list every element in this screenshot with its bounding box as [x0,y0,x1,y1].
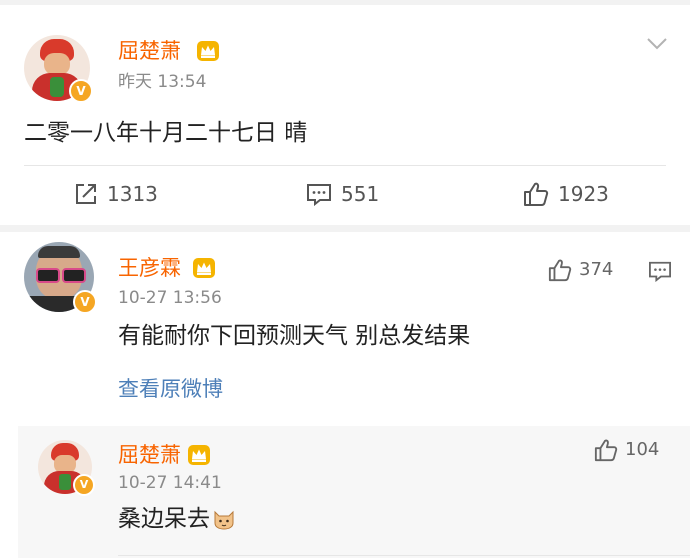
chevron-down-icon[interactable] [646,37,668,51]
reply-like-count: 104 [625,439,660,460]
reply-text: 桑边呆去 [118,506,210,532]
cat-emoji-icon [214,510,234,530]
repost-button[interactable]: 1313 [74,181,158,207]
action-divider [24,165,666,166]
comment-button[interactable]: 551 [306,181,379,207]
author-name[interactable]: 屈楚萧 [118,38,181,64]
repost-count: 1313 [107,182,158,206]
reply-author-avatar[interactable]: V [38,440,95,496]
reply-block: V 屈楚萧 10-27 14:41 104 桑边呆去 [18,426,690,558]
view-original-link[interactable]: 查看原微博 [118,375,223,403]
reply-content: 桑边呆去 [118,504,236,534]
reply-time: 10-27 14:41 [118,473,222,493]
thumbs-up-icon [524,182,549,206]
reply-comment-icon[interactable] [648,260,672,282]
post-text: 二零一八年十月二十七日 晴 [24,120,308,146]
reply-author-name[interactable]: 屈楚萧 [118,442,181,468]
repost-icon [76,184,96,204]
author-avatar[interactable]: V [24,35,93,103]
reply-like-button[interactable]: 104 [594,438,659,462]
comment-count: 551 [341,182,380,206]
comment-text: 有能耐你下回预测天气 别总发结果 [118,323,471,349]
crown-icon [193,258,215,278]
thumbs-up-icon [594,439,618,462]
comment-time: 10-27 13:56 [118,288,222,308]
verified-badge-icon: V [69,79,93,103]
like-button[interactable]: 1923 [523,181,609,207]
verified-badge-icon: V [73,290,97,314]
verified-badge-icon: V [73,474,95,496]
thumbs-up-icon [548,259,572,282]
like-count: 1923 [558,182,609,206]
commenter-name[interactable]: 王彦霖 [118,255,181,281]
commenter-avatar[interactable]: V [24,242,97,314]
comment-like-button[interactable]: 374 [548,258,613,282]
comment-icon [307,184,331,206]
post-card: V 屈楚萧 昨天 13:54 二零一八年十月二十七日 晴 1313 551 19… [0,5,690,225]
crown-icon [188,445,210,465]
post-time: 昨天 13:54 [118,72,207,92]
comment-like-count: 374 [579,259,614,280]
crown-icon [197,41,219,61]
reply-bottom-divider [118,555,690,556]
comment-card: V 王彦霖 10-27 13:56 374 有能耐你下回预测天气 别总发结果 查… [0,232,690,558]
